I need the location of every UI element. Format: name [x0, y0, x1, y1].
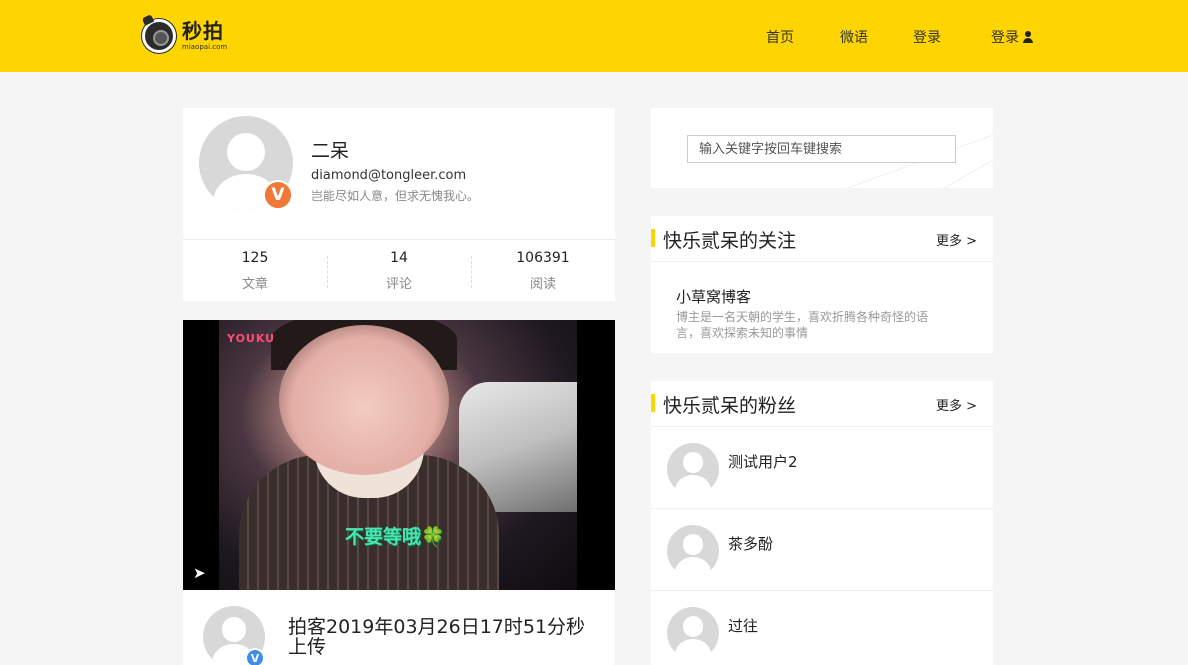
video-face — [279, 325, 449, 475]
youku-watermark: YOUKU — [227, 332, 276, 345]
verified-badge: V — [263, 180, 293, 210]
logo-text: 秒拍 — [182, 19, 224, 43]
profile-stats: 125 文章 14 评论 106391 阅读 — [183, 239, 615, 301]
nav-weiyu[interactable]: 微语 — [840, 27, 868, 47]
fan-avatar[interactable] — [667, 607, 719, 659]
nav-login[interactable]: 登录 — [913, 27, 941, 47]
stat-comments[interactable]: 14 评论 — [327, 240, 471, 301]
stat-label: 评论 — [385, 277, 412, 292]
profile-name: 二呆 — [311, 140, 350, 162]
fans-more-link[interactable]: 更多 > — [936, 395, 977, 414]
stat-label: 文章 — [241, 277, 268, 292]
fan-item[interactable]: 茶多酚 — [651, 508, 993, 590]
stat-articles[interactable]: 125 文章 — [183, 240, 327, 301]
fan-item[interactable]: 测试用户2 — [651, 427, 993, 509]
fan-item[interactable]: 过往 — [651, 590, 993, 665]
user-icon — [1023, 31, 1033, 43]
nav-user-login[interactable]: 登录 — [991, 27, 1033, 47]
section-accent-bar — [651, 229, 655, 247]
following-more-link[interactable]: 更多 > — [936, 230, 977, 249]
stat-value: 125 — [241, 250, 269, 266]
video-player[interactable]: YOUKU 不要等哦🍀 ➤ — [183, 320, 615, 590]
search-card — [651, 108, 993, 188]
stat-reads[interactable]: 106391 阅读 — [471, 240, 615, 301]
profile-email: diamond@tongleer.com — [311, 168, 467, 183]
video-frame: YOUKU 不要等哦🍀 — [219, 320, 577, 590]
stat-value: 14 — [390, 250, 408, 266]
following-item-name[interactable]: 小草窝博客 — [676, 286, 751, 307]
fan-name[interactable]: 测试用户2 — [728, 451, 798, 472]
profile-card: V 二呆 diamond@tongleer.com 岂能尽如人意，但求无愧我心。… — [183, 108, 615, 301]
site-logo[interactable]: 秒拍 miaopai.com — [142, 17, 232, 55]
top-header: 秒拍 miaopai.com 首页 微语 登录 登录 — [0, 0, 1188, 72]
post-card: V 拍客2019年03月26日17时51分秒上传 — [183, 590, 615, 665]
post-verified-badge: V — [245, 648, 265, 665]
play-icon[interactable]: ➤ — [193, 564, 206, 582]
following-title: 快乐贰呆的关注 — [663, 230, 797, 252]
following-item-desc: 博主是一名天朝的学生，喜欢折腾各种奇怪的语言，喜欢探索未知的事情 — [676, 310, 929, 340]
stat-label: 阅读 — [529, 277, 556, 292]
fans-title: 快乐贰呆的粉丝 — [663, 395, 797, 417]
video-caption: 不要等哦🍀 — [345, 526, 445, 548]
section-accent-bar — [651, 394, 655, 412]
post-title[interactable]: 拍客2019年03月26日17时51分秒上传 — [288, 617, 598, 658]
nav-home[interactable]: 首页 — [766, 27, 794, 47]
search-input[interactable] — [687, 135, 956, 163]
following-section: 快乐贰呆的关注 更多 > 小草窝博客 博主是一名天朝的学生，喜欢折腾各种奇怪的语… — [651, 216, 993, 353]
logo-domain: miaopai.com — [182, 43, 228, 51]
camera-logo-icon — [142, 19, 176, 53]
fan-avatar[interactable] — [667, 443, 719, 495]
fans-header: 快乐贰呆的粉丝 更多 > — [651, 381, 993, 427]
following-header: 快乐贰呆的关注 更多 > — [651, 216, 993, 262]
fan-name[interactable]: 茶多酚 — [728, 533, 773, 554]
fan-avatar[interactable] — [667, 525, 719, 577]
profile-motto: 岂能尽如人意，但求无愧我心。 — [311, 189, 480, 203]
fan-name[interactable]: 过往 — [728, 615, 758, 636]
nav-user-login-label: 登录 — [991, 30, 1019, 46]
fans-section: 快乐贰呆的粉丝 更多 > 测试用户2 茶多酚 过往 — [651, 381, 993, 665]
stat-value: 106391 — [516, 250, 570, 266]
